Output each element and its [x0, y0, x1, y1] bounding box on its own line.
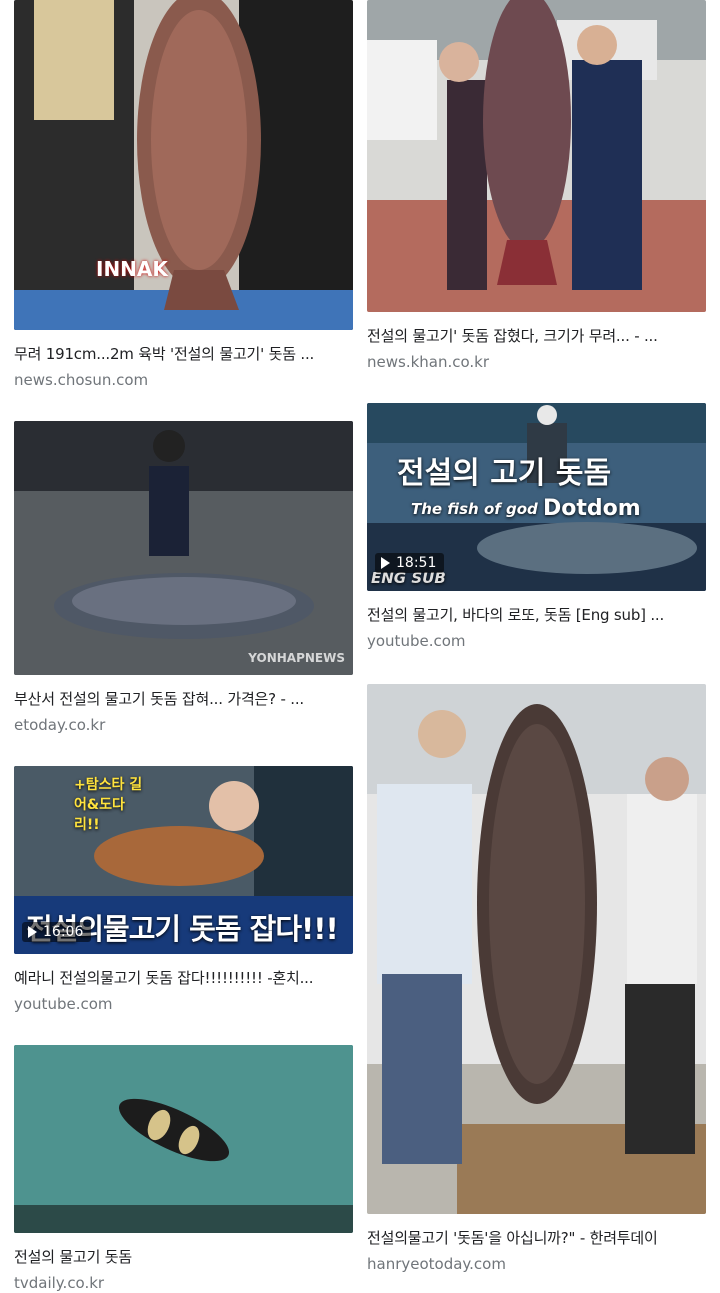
- result-thumbnail[interactable]: [367, 0, 706, 312]
- result-source: tvdaily.co.kr: [14, 1274, 105, 1292]
- result-title[interactable]: 전설의 물고기' 돗돔 잡혔다, 크기가 무려... - ...: [367, 326, 706, 346]
- fish-photo: [367, 684, 706, 1214]
- result-thumbnail[interactable]: INNAK: [14, 0, 353, 330]
- video-overlay-subtitle: The fish of god: [411, 500, 538, 518]
- result-title[interactable]: 부산서 전설의 물고기 돗돔 잡혀... 가격은? - ...: [14, 689, 353, 709]
- result-card[interactable]: YONHAPNEWS 부산서 전설의 물고기 돗돔 잡혀... 가격은? - .…: [14, 421, 353, 735]
- video-duration-badge: 16:06: [22, 922, 92, 942]
- result-source: etoday.co.kr: [14, 716, 106, 734]
- result-title[interactable]: 무려 191cm...2m 육박 '전설의 물고기' 돗돔 ...: [14, 344, 353, 364]
- result-source: hanryeotoday.com: [367, 1255, 506, 1273]
- result-card[interactable]: 전설의물고기 '돗돔'을 아십니까?" - 한려투데이 hanryeotoday…: [367, 684, 706, 1274]
- result-thumbnail[interactable]: YONHAPNEWS: [14, 421, 353, 675]
- video-overlay-title: 전설의 고기 돗돔: [397, 456, 612, 491]
- result-title[interactable]: 전설의 물고기, 바다의 로또, 돗돔 [Eng sub] ...: [367, 605, 706, 625]
- fish-photo: [14, 0, 353, 330]
- fish-photo: [14, 1045, 353, 1233]
- play-icon: [381, 557, 390, 569]
- result-thumbnail[interactable]: [367, 684, 706, 1214]
- video-duration-badge: 18:51: [375, 553, 445, 573]
- result-title[interactable]: 전설의 물고기 돗돔: [14, 1247, 353, 1267]
- result-card[interactable]: 전설의 물고기' 돗돔 잡혔다, 크기가 무려... - ... news.kh…: [367, 0, 706, 372]
- video-overlay-english: Dotdom: [543, 496, 641, 521]
- result-card[interactable]: +탐스타 길어&도다리!! 전설의물고기 돗돔 잡다!!! 16:06 예라니 …: [14, 766, 353, 1014]
- watermark-logo: INNAK: [96, 257, 168, 281]
- play-icon: [28, 926, 37, 938]
- result-title[interactable]: 전설의물고기 '돗돔'을 아십니까?" - 한려투데이: [367, 1228, 706, 1248]
- result-thumbnail[interactable]: [14, 1045, 353, 1233]
- video-duration: 18:51: [396, 555, 437, 571]
- fish-photo: [14, 421, 353, 675]
- result-source: news.khan.co.kr: [367, 353, 490, 371]
- result-source: youtube.com: [367, 632, 466, 650]
- result-card[interactable]: 전설의 물고기 돗돔 tvdaily.co.kr: [14, 1045, 353, 1293]
- watermark-logo: YONHAPNEWS: [248, 651, 345, 665]
- video-thumbnail[interactable]: +탐스타 길어&도다리!! 전설의물고기 돗돔 잡다!!! 16:06: [14, 766, 353, 954]
- video-duration: 16:06: [43, 924, 84, 940]
- result-card[interactable]: INNAK 무려 191cm...2m 육박 '전설의 물고기' 돗돔 ... …: [14, 0, 353, 390]
- result-source: youtube.com: [14, 995, 113, 1013]
- video-overlay-side: +탐스타 길어&도다리!!: [74, 777, 143, 833]
- fish-photo: [367, 0, 706, 312]
- result-source: news.chosun.com: [14, 371, 149, 389]
- result-title[interactable]: 예라니 전설의물고기 돗돔 잡다!!!!!!!!!! -혼치...: [14, 968, 353, 988]
- result-card[interactable]: 전설의 고기 돗돔 The fish of god Dotdom ENG SUB…: [367, 403, 706, 651]
- video-thumbnail[interactable]: 전설의 고기 돗돔 The fish of god Dotdom ENG SUB…: [367, 403, 706, 591]
